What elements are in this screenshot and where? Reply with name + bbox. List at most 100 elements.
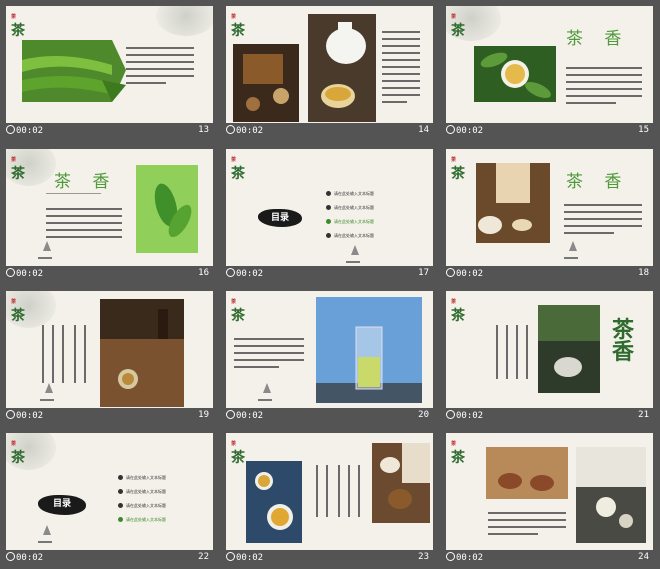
menu-item[interactable]: 请在此处输入文本标题	[326, 191, 374, 197]
glass-tea-photo	[316, 297, 422, 403]
text-block	[564, 199, 644, 239]
slide-thumbnail-23[interactable]: 茶茶 00:02 23	[220, 427, 433, 569]
slide-status-bar: 00:02 18	[440, 266, 653, 285]
menu-item[interactable]: 请在此处输入文本标题	[118, 475, 166, 481]
slide-thumbnail-19[interactable]: 茶茶 00:02 19	[0, 285, 213, 427]
text-block	[488, 507, 568, 540]
logo: 茶茶	[451, 157, 465, 182]
vertical-text	[506, 325, 508, 379]
boat-decoration	[38, 241, 52, 259]
menu-item[interactable]: 请在此处输入文本标题	[118, 503, 166, 509]
boat-decoration	[346, 245, 360, 263]
slide-canvas: 茶茶	[226, 433, 433, 550]
clock-icon	[6, 268, 15, 277]
slide-number: 13	[198, 125, 209, 135]
slide-number: 20	[418, 410, 429, 420]
tea-cups-blue-photo	[246, 461, 302, 543]
clock-icon	[446, 125, 455, 134]
slide-thumbnail-14[interactable]: 茶茶 00:02 14	[220, 0, 433, 142]
ink-decoration	[156, 6, 213, 36]
menu-item-active[interactable]: 请在此处输入文本标题	[118, 517, 166, 523]
transition-time: 00:02	[446, 125, 483, 136]
slide-status-bar: 00:02 22	[0, 550, 213, 569]
slide-thumbnail-24[interactable]: 茶茶 00:02 24	[440, 427, 653, 569]
boat-decoration	[40, 383, 54, 401]
logo: 茶茶	[451, 299, 465, 324]
vertical-text	[496, 325, 498, 379]
slide-thumbnail-20[interactable]: 茶茶 00:02 20	[220, 285, 433, 427]
logo: 茶茶	[451, 14, 465, 39]
transition-time: 00:02	[6, 410, 43, 421]
tea-tray-photo	[233, 44, 299, 122]
slide-number: 17	[418, 268, 429, 278]
slide-canvas: 茶茶 目录 请在此处输入文本标题 请在此处输入文本标题 请在此处输入文本标题 请…	[6, 433, 213, 550]
slide-title: 茶 香	[566, 172, 630, 192]
menu-item[interactable]: 请在此处输入文本标题	[118, 489, 166, 495]
slide-canvas: 茶茶 茶 香	[6, 149, 213, 266]
transition-time: 00:02	[446, 552, 483, 563]
slide-thumbnail-17[interactable]: 茶茶 目录 请在此处输入文本标题 请在此处输入文本标题 请在此处输入文本标题 请…	[220, 143, 433, 285]
slide-status-bar: 00:02 24	[440, 550, 653, 569]
vertical-text	[316, 465, 318, 517]
logo: 茶茶	[11, 299, 25, 324]
slide-number: 22	[198, 552, 209, 562]
slide-status-bar: 00:02 21	[440, 408, 653, 427]
slide-status-bar: 00:02 15	[440, 123, 653, 142]
wooden-table-tea-photo	[100, 299, 184, 407]
transition-time: 00:02	[226, 268, 263, 279]
slide-title: 茶 香	[566, 29, 630, 49]
vertical-text	[348, 465, 350, 517]
transition-time: 00:02	[446, 268, 483, 279]
logo: 茶茶	[231, 157, 245, 182]
vertical-text	[526, 325, 528, 379]
slide-thumbnail-13[interactable]: 茶茶 00:02 13	[0, 0, 213, 142]
vertical-text	[326, 465, 328, 517]
clock-icon	[6, 125, 15, 134]
transition-time: 00:02	[226, 552, 263, 563]
clock-icon	[446, 268, 455, 277]
menu-item-active[interactable]: 请在此处输入文本标题	[326, 219, 374, 225]
menu-item[interactable]: 请在此处输入文本标题	[326, 233, 374, 239]
slide-canvas: 茶茶 目录 请在此处输入文本标题 请在此处输入文本标题 请在此处输入文本标题 请…	[226, 149, 433, 266]
slide-thumbnail-16[interactable]: 茶茶 茶 香 00:02 16	[0, 143, 213, 285]
slide-number: 16	[198, 268, 209, 278]
slide-canvas: 茶茶	[446, 433, 653, 550]
transition-time: 00:02	[6, 268, 43, 279]
vertical-text	[84, 325, 86, 383]
transition-time: 00:02	[6, 552, 43, 563]
tea-leaves-cup-photo	[474, 46, 556, 102]
slide-thumbnail-21[interactable]: 茶茶 茶香 00:02 21	[440, 285, 653, 427]
tea-cups-photo	[538, 305, 600, 393]
vertical-text	[338, 465, 340, 517]
slide-number: 15	[638, 125, 649, 135]
transition-time: 00:02	[226, 410, 263, 421]
clock-icon	[226, 125, 235, 134]
slide-status-bar: 00:02 20	[220, 408, 433, 427]
slide-canvas: 茶茶 茶 香	[446, 6, 653, 123]
slide-status-bar: 00:02 13	[0, 123, 213, 142]
clock-icon	[226, 410, 235, 419]
slide-canvas: 茶茶 茶香	[446, 291, 653, 408]
slide-status-bar: 00:02 17	[220, 266, 433, 285]
clock-icon	[446, 552, 455, 561]
logo: 茶茶	[231, 299, 245, 324]
slide-canvas: 茶茶	[226, 291, 433, 408]
contents-badge: 目录	[258, 209, 302, 227]
slide-number: 19	[198, 410, 209, 420]
slide-number: 23	[418, 552, 429, 562]
tea-plantation-photo	[22, 40, 126, 102]
logo: 茶茶	[11, 14, 25, 39]
slide-number: 21	[638, 410, 649, 420]
clock-icon	[6, 410, 15, 419]
menu-item[interactable]: 请在此处输入文本标题	[326, 205, 374, 211]
slide-thumbnail-18[interactable]: 茶茶 茶 香 00:02 18	[440, 143, 653, 285]
vertical-text	[74, 325, 76, 383]
clock-icon	[6, 552, 15, 561]
transition-time: 00:02	[226, 125, 263, 136]
slide-thumbnail-15[interactable]: 茶茶 茶 香 00:02 15	[440, 0, 653, 142]
teapot-photo	[308, 14, 376, 122]
vertical-text	[52, 325, 54, 383]
contents-badge: 目录	[38, 495, 86, 515]
clock-icon	[226, 552, 235, 561]
slide-thumbnail-22[interactable]: 茶茶 目录 请在此处输入文本标题 请在此处输入文本标题 请在此处输入文本标题 请…	[0, 427, 213, 569]
